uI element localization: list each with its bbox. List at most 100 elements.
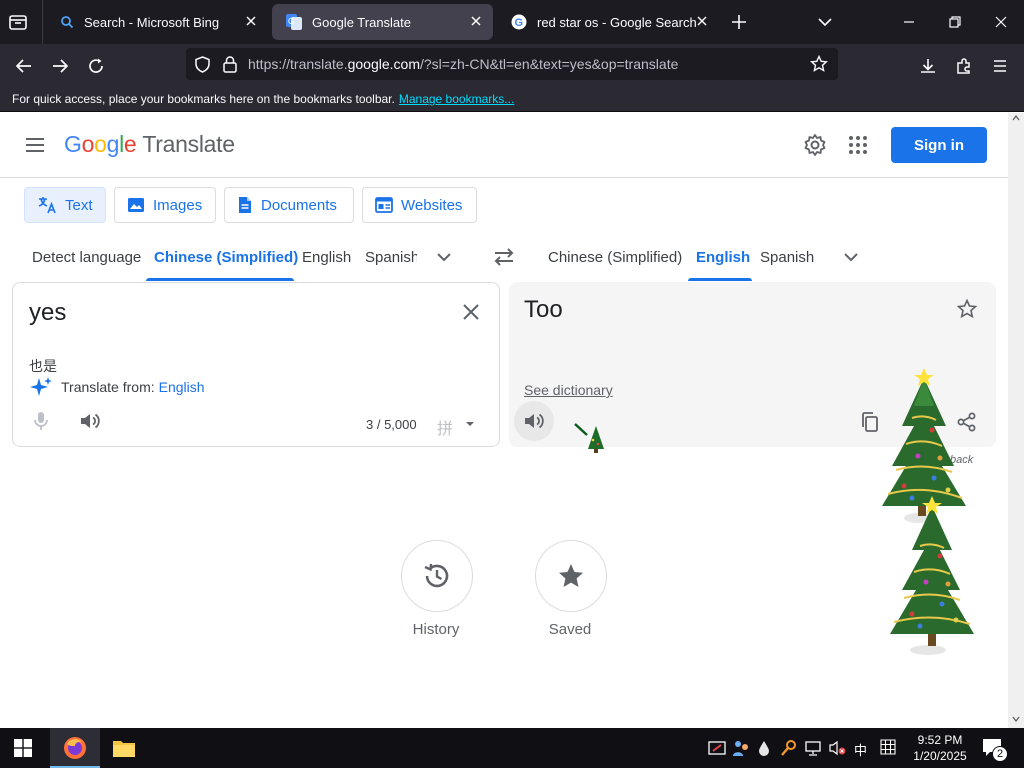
target-lang-more-chevron-icon[interactable]	[841, 248, 861, 266]
clock-time: 9:52 PM	[917, 733, 963, 747]
tab-google-search[interactable]: G red star os - Google Search	[497, 4, 719, 40]
mode-websites-button[interactable]: Websites	[362, 187, 477, 223]
divider	[42, 0, 43, 44]
mode-label: Images	[153, 196, 203, 214]
manage-bookmarks-link[interactable]: Manage bookmarks...	[399, 92, 514, 106]
firefox-view-icon[interactable]	[8, 12, 28, 32]
windows-start-icon[interactable]	[14, 739, 32, 757]
settings-gear-icon[interactable]	[803, 133, 827, 157]
logo-letter: g	[106, 131, 120, 157]
svg-text:G: G	[288, 17, 294, 26]
tab-title: red star os - Google Search	[537, 14, 697, 30]
main-menu-icon[interactable]	[24, 135, 46, 155]
tab-bing[interactable]: Search - Microsoft Bing	[46, 4, 268, 40]
document-icon	[237, 196, 253, 214]
saved-star-icon	[557, 562, 585, 590]
source-lang-english[interactable]: English	[302, 249, 351, 266]
back-arrow-icon[interactable]	[10, 52, 38, 80]
listen-translation-speaker-icon[interactable]	[514, 401, 554, 441]
saved-button[interactable]	[535, 540, 607, 612]
translate-from-suggestion: Translate from: English	[29, 376, 205, 398]
target-lang-underline	[688, 278, 752, 281]
sign-in-button[interactable]: Sign in	[891, 127, 987, 163]
taskbar-firefox-button[interactable]	[50, 728, 100, 768]
translate-from-english-link[interactable]: English	[159, 379, 205, 395]
save-translation-star-icon[interactable]	[957, 299, 977, 319]
file-explorer-icon[interactable]	[112, 738, 136, 758]
target-lang-chinese[interactable]: Chinese (Simplified)	[548, 249, 682, 266]
source-lang-more-chevron-icon[interactable]	[434, 248, 454, 266]
browser-tab-bar: Search - Microsoft Bing G Google Transla…	[0, 0, 1024, 44]
page-scrollbar[interactable]	[1008, 113, 1024, 728]
close-window-icon[interactable]	[978, 0, 1024, 44]
google-translate-logo[interactable]: Google Translate	[64, 131, 235, 158]
tray-app-icon[interactable]	[708, 739, 726, 757]
bookmark-star-icon[interactable]	[810, 55, 828, 73]
apps-grid-icon[interactable]	[848, 135, 868, 155]
list-tabs-chevron-icon[interactable]	[816, 13, 834, 31]
svg-text:G: G	[515, 17, 524, 29]
target-lang-spanish[interactable]: Spanish	[760, 249, 814, 266]
scroll-up-icon[interactable]	[1012, 115, 1020, 121]
translate-from-label: Translate from:	[61, 379, 155, 395]
source-lang-chinese[interactable]: Chinese (Simplified)	[154, 249, 298, 266]
source-lang-underline	[146, 278, 294, 281]
restore-icon[interactable]	[932, 0, 978, 44]
input-tools-dropdown-icon[interactable]	[465, 421, 475, 427]
tray-people-icon[interactable]	[732, 739, 750, 757]
source-text-input[interactable]: yes	[29, 299, 66, 327]
navigation-toolbar: https://translate.google.com/?sl=zh-CN&t…	[0, 44, 1024, 86]
minimize-icon[interactable]	[886, 0, 932, 44]
source-lang-spanish[interactable]: Spanish	[365, 249, 417, 266]
lock-icon[interactable]	[222, 55, 238, 73]
ime-indicator[interactable]: 中	[854, 740, 867, 759]
search-icon	[60, 15, 74, 29]
clear-source-close-icon[interactable]	[461, 302, 481, 322]
taskbar-clock[interactable]: 9:52 PM 1/20/2025	[908, 732, 972, 764]
character-count: 3 / 5,000	[366, 417, 417, 432]
translate-header: Google Translate Sign in	[0, 113, 1008, 178]
forward-arrow-icon[interactable]	[46, 52, 74, 80]
tab-title: Google Translate	[312, 14, 412, 30]
keyboard-grid-icon[interactable]	[880, 739, 896, 755]
mode-documents-button[interactable]: Documents	[224, 187, 354, 223]
network-icon[interactable]	[804, 739, 822, 757]
close-tab-icon[interactable]	[469, 14, 483, 28]
menu-icon[interactable]	[986, 52, 1014, 80]
bookmarks-toolbar: For quick access, place your bookmarks h…	[0, 86, 1024, 112]
microphone-icon[interactable]	[33, 411, 49, 431]
swap-languages-icon[interactable]	[492, 246, 516, 268]
url-prefix: https://translate.	[248, 56, 348, 72]
romanization-text: 也是	[29, 358, 57, 374]
reload-icon[interactable]	[82, 52, 110, 80]
see-dictionary-link[interactable]: See dictionary	[524, 382, 613, 398]
translate-icon	[37, 195, 57, 215]
bookmarks-hint: For quick access, place your bookmarks h…	[12, 92, 395, 106]
shield-icon[interactable]	[194, 56, 211, 73]
notification-count-badge: 2	[992, 746, 1008, 762]
tray-search-key-icon[interactable]	[780, 739, 798, 757]
input-tools-pinyin-icon[interactable]: 拼	[437, 415, 453, 439]
extensions-icon[interactable]	[950, 52, 978, 80]
downloads-icon[interactable]	[914, 52, 942, 80]
source-lang-detect[interactable]: Detect language	[32, 249, 141, 266]
new-tab-icon[interactable]	[730, 13, 748, 31]
tab-google-translate[interactable]: G Google Translate	[272, 4, 493, 40]
address-bar[interactable]: https://translate.google.com/?sl=zh-CN&t…	[186, 48, 838, 80]
mode-images-button[interactable]: Images	[114, 187, 216, 223]
tray-drop-icon[interactable]	[756, 739, 772, 757]
scroll-down-icon[interactable]	[1012, 716, 1020, 722]
url-domain: google.com	[347, 56, 420, 72]
logo-letter: o	[94, 131, 107, 157]
close-tab-icon[interactable]	[244, 14, 258, 28]
mode-label: Documents	[261, 196, 337, 214]
target-lang-english[interactable]: English	[696, 249, 750, 266]
volume-muted-icon[interactable]	[828, 739, 846, 757]
mode-text-button[interactable]: Text	[24, 187, 106, 223]
close-tab-icon[interactable]	[695, 14, 709, 28]
website-icon	[375, 197, 393, 213]
listen-speaker-icon[interactable]	[79, 411, 101, 431]
google-translate-icon: G	[286, 14, 302, 30]
history-button[interactable]	[401, 540, 473, 612]
mode-label: Text	[65, 196, 93, 214]
